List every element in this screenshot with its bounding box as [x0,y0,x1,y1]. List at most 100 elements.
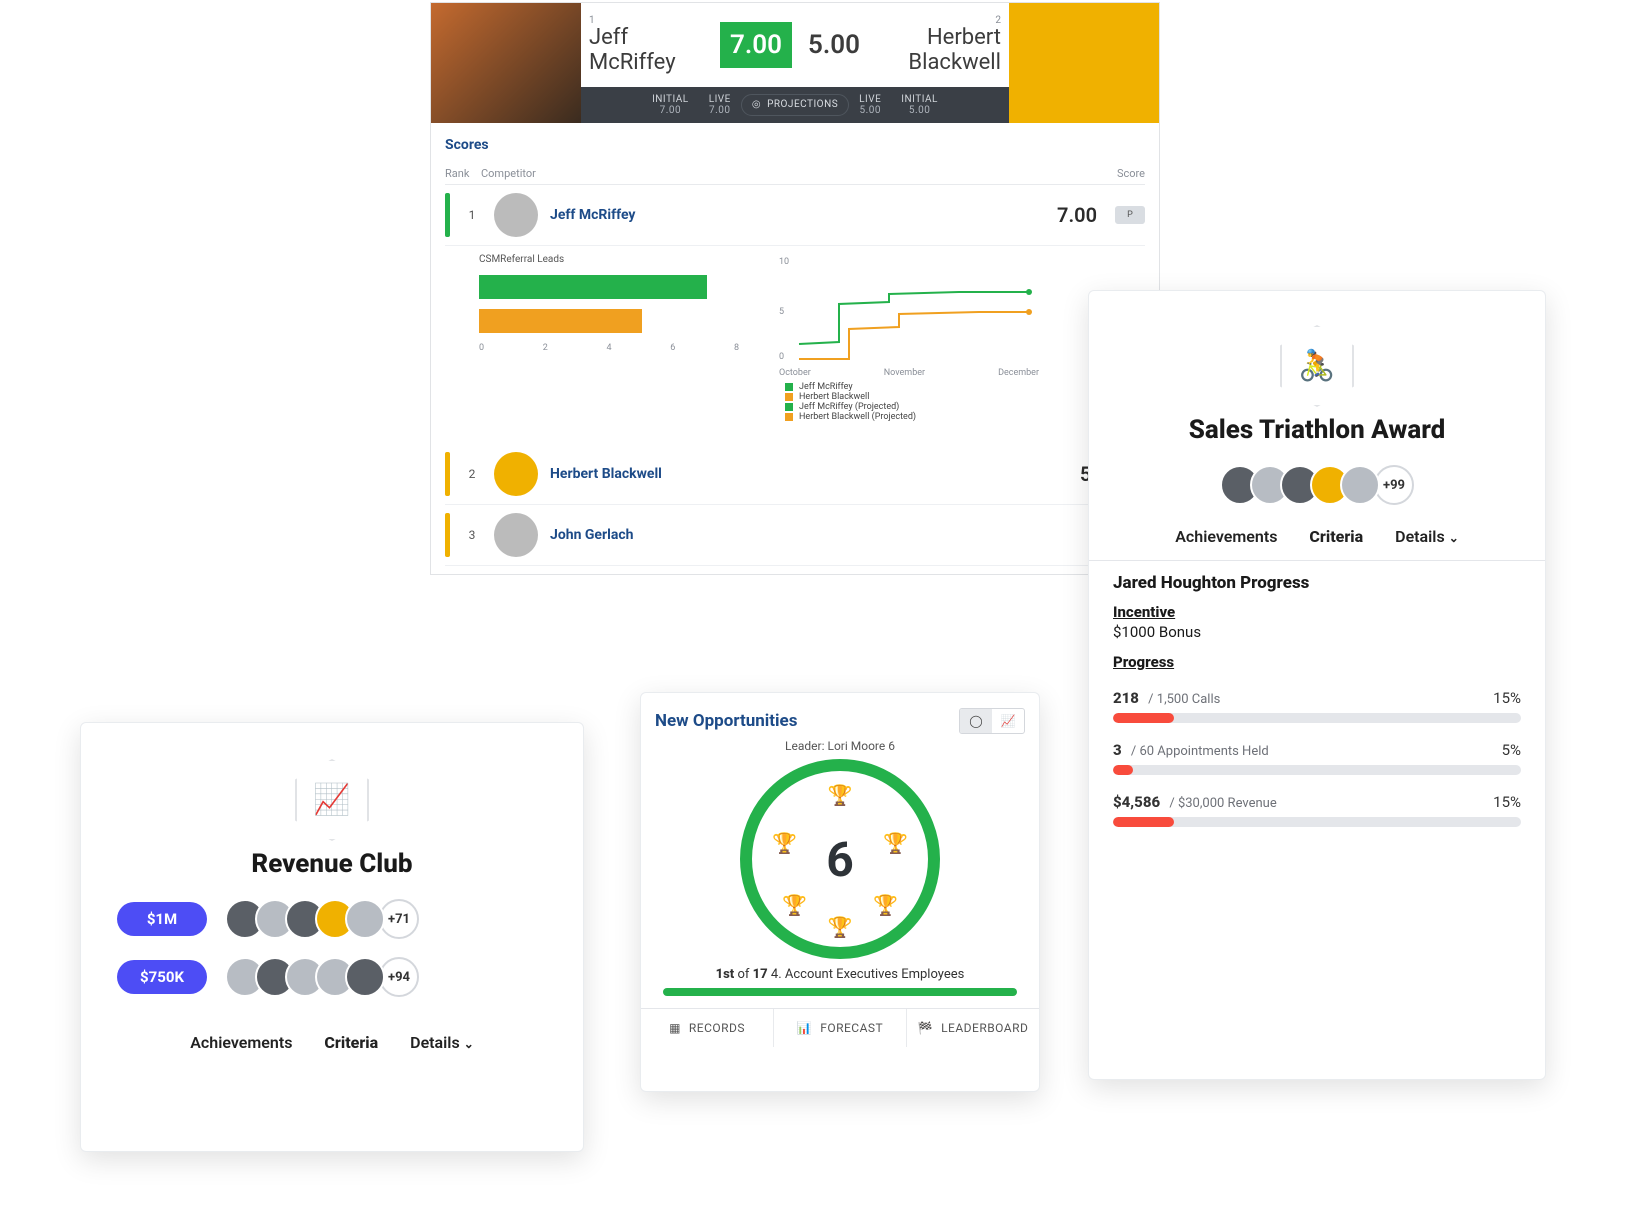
score-left: 7.00 [720,22,792,68]
avatar-stack[interactable]: +71 [225,899,419,939]
chevron-down-icon: ⌄ [464,1037,474,1051]
progress-bar [1113,713,1521,723]
view-toggle: ◯ 📈 [959,708,1025,734]
incentive-block: Incentive $1000 Bonus [1113,603,1521,641]
avatar [1009,3,1159,123]
line-chart-icon: 📈 [1001,714,1016,728]
competitor-name: Jeff McRiffey [589,26,712,74]
leader-label: Leader: Lori Moore 6 [655,739,1025,753]
tab-achievements[interactable]: Achievements [1175,527,1277,546]
tab-forecast[interactable]: 📊FORECAST [774,1009,907,1047]
tab-live-right[interactable]: LIVE5.00 [849,94,891,117]
rank-caption: 1st of 17 4. Account Executives Employee… [655,967,1025,982]
rank-indicator [445,513,450,557]
projection-tabs: INITIAL7.00 LIVE7.00 ◎PROJECTIONS LIVE5.… [581,87,1009,123]
row-detail: CSMReferral Leads 02468 10 5 0 [445,246,1145,444]
avatar [494,513,538,557]
progress-bar [1113,765,1521,775]
tab-projections[interactable]: ◎PROJECTIONS [741,94,849,116]
rank-indicator [445,452,450,496]
trophy-icon: 🏆 [883,831,908,855]
progress-ring: 6 🏆 🏆 🏆 🏆 🏆 🏆 [740,759,940,959]
tab-details[interactable]: Details⌄ [410,1033,474,1052]
progress-row-label: $4,586 / $30,000 Revenue15% [1113,793,1521,811]
score-pair: 7.00 5.00 [720,22,870,68]
score-right: 5.00 [798,22,870,68]
new-opportunities-card: New Opportunities ◯ 📈 Leader: Lori Moore… [640,692,1040,1092]
rank-progress-bar [663,988,1017,996]
progress-row-label: 3 / 60 Appointments Held5% [1113,741,1521,759]
tier-pill[interactable]: $1M [117,902,207,936]
competitor-left: 1 Jeff McRiffey [581,15,720,74]
svg-text:5: 5 [779,307,784,317]
rank-indicator [445,193,450,237]
badge-hex: 📈 [295,759,369,841]
svg-text:10: 10 [779,257,789,267]
revenue-club-card: 📈 Revenue Club $1M +71 $750K +94 Achieve… [80,722,584,1152]
tab-live-left[interactable]: LIVE7.00 [699,94,741,117]
trophy-icon: 🏆 [782,893,807,917]
trophy-icon: 🏆 [772,831,797,855]
leaderboard-icon: 🏁 [918,1021,933,1035]
tab-achievements[interactable]: Achievements [190,1033,292,1052]
radar-icon: ◎ [752,99,761,111]
table-row[interactable]: 3 John Gerlach 4. [445,505,1145,566]
table-row[interactable]: 2 Herbert Blackwell 5. P [445,444,1145,505]
tab-details[interactable]: Details⌄ [1395,527,1459,546]
trophy-icon: 🏆 [873,893,898,917]
tab-records[interactable]: ▦RECORDS [641,1009,774,1047]
more-count[interactable]: +94 [379,957,419,997]
tab-criteria[interactable]: Criteria [1309,527,1363,546]
tab-leaderboard[interactable]: 🏁LEADERBOARD [907,1009,1039,1047]
badge-hex: 🚴 [1280,325,1354,407]
grid-icon: ▦ [669,1021,681,1035]
avatar [431,3,581,123]
card-title: Sales Triathlon Award [1113,415,1521,445]
ring-value: 6 [826,831,854,888]
tier-row: $750K +94 [117,957,559,997]
competitor-right: 2 Herbert Blackwell [870,15,1009,74]
more-count[interactable]: +71 [379,899,419,939]
tier-pill[interactable]: $750K [117,960,207,994]
card-tabs: Achievements Criteria Details⌄ [105,1033,559,1052]
sales-triathlon-card: 🚴 Sales Triathlon Award +99 Achievements… [1088,290,1546,1080]
line-chart: 10 5 0 October November December [779,254,1039,426]
toggle-chart[interactable]: 📈 [992,709,1024,733]
section-title: Scores [445,137,1145,153]
competitor-name: Jeff McRiffey [550,207,1013,223]
competitor-name: Herbert Blackwell [878,26,1001,74]
bar-chart-icon: 📊 [797,1021,812,1035]
table-row[interactable]: 1 Jeff McRiffey 7.00 P [445,185,1145,246]
tab-initial-right[interactable]: INITIAL5.00 [891,94,948,117]
score-value: 7.00 [1025,203,1097,227]
competitor-name: Herbert Blackwell [550,466,1013,482]
competitor-name: John Gerlach [550,527,1061,543]
table-header: Rank Competitor Score [445,163,1145,185]
kv-value: $1000 Bonus [1113,623,1521,641]
chart-up-icon: 📈 [313,783,350,818]
rank-number: 1 [462,208,482,222]
trophy-icon: 🏆 [828,915,853,939]
section-title: Jared Houghton Progress [1113,573,1521,593]
kv-key: Progress [1113,653,1521,671]
progress-bar [1113,817,1521,827]
tab-criteria[interactable]: Criteria [324,1033,378,1052]
toggle-circle[interactable]: ◯ [960,709,992,733]
chart-label: CSMReferral Leads [479,254,739,265]
flag-badge: P [1115,206,1145,224]
cyclist-icon: 🚴 [1298,349,1335,384]
tab-initial-left[interactable]: INITIAL7.00 [642,94,699,117]
avatar-stack[interactable]: +99 [1113,465,1521,505]
svg-text:0: 0 [779,352,784,362]
card-tabs: Achievements Criteria Details⌄ [1113,527,1521,546]
progress-row-label: 218 / 1,500 Calls15% [1113,689,1521,707]
avatar-stack[interactable]: +94 [225,957,419,997]
avatar [494,452,538,496]
circle-icon: ◯ [969,714,982,728]
avatar [494,193,538,237]
chevron-down-icon: ⌄ [1449,531,1459,545]
rank-number: 2 [462,467,482,481]
progress-list: 218 / 1,500 Calls15% 3 / 60 Appointments … [1113,689,1521,827]
more-count[interactable]: +99 [1374,465,1414,505]
rank-number: 3 [462,528,482,542]
